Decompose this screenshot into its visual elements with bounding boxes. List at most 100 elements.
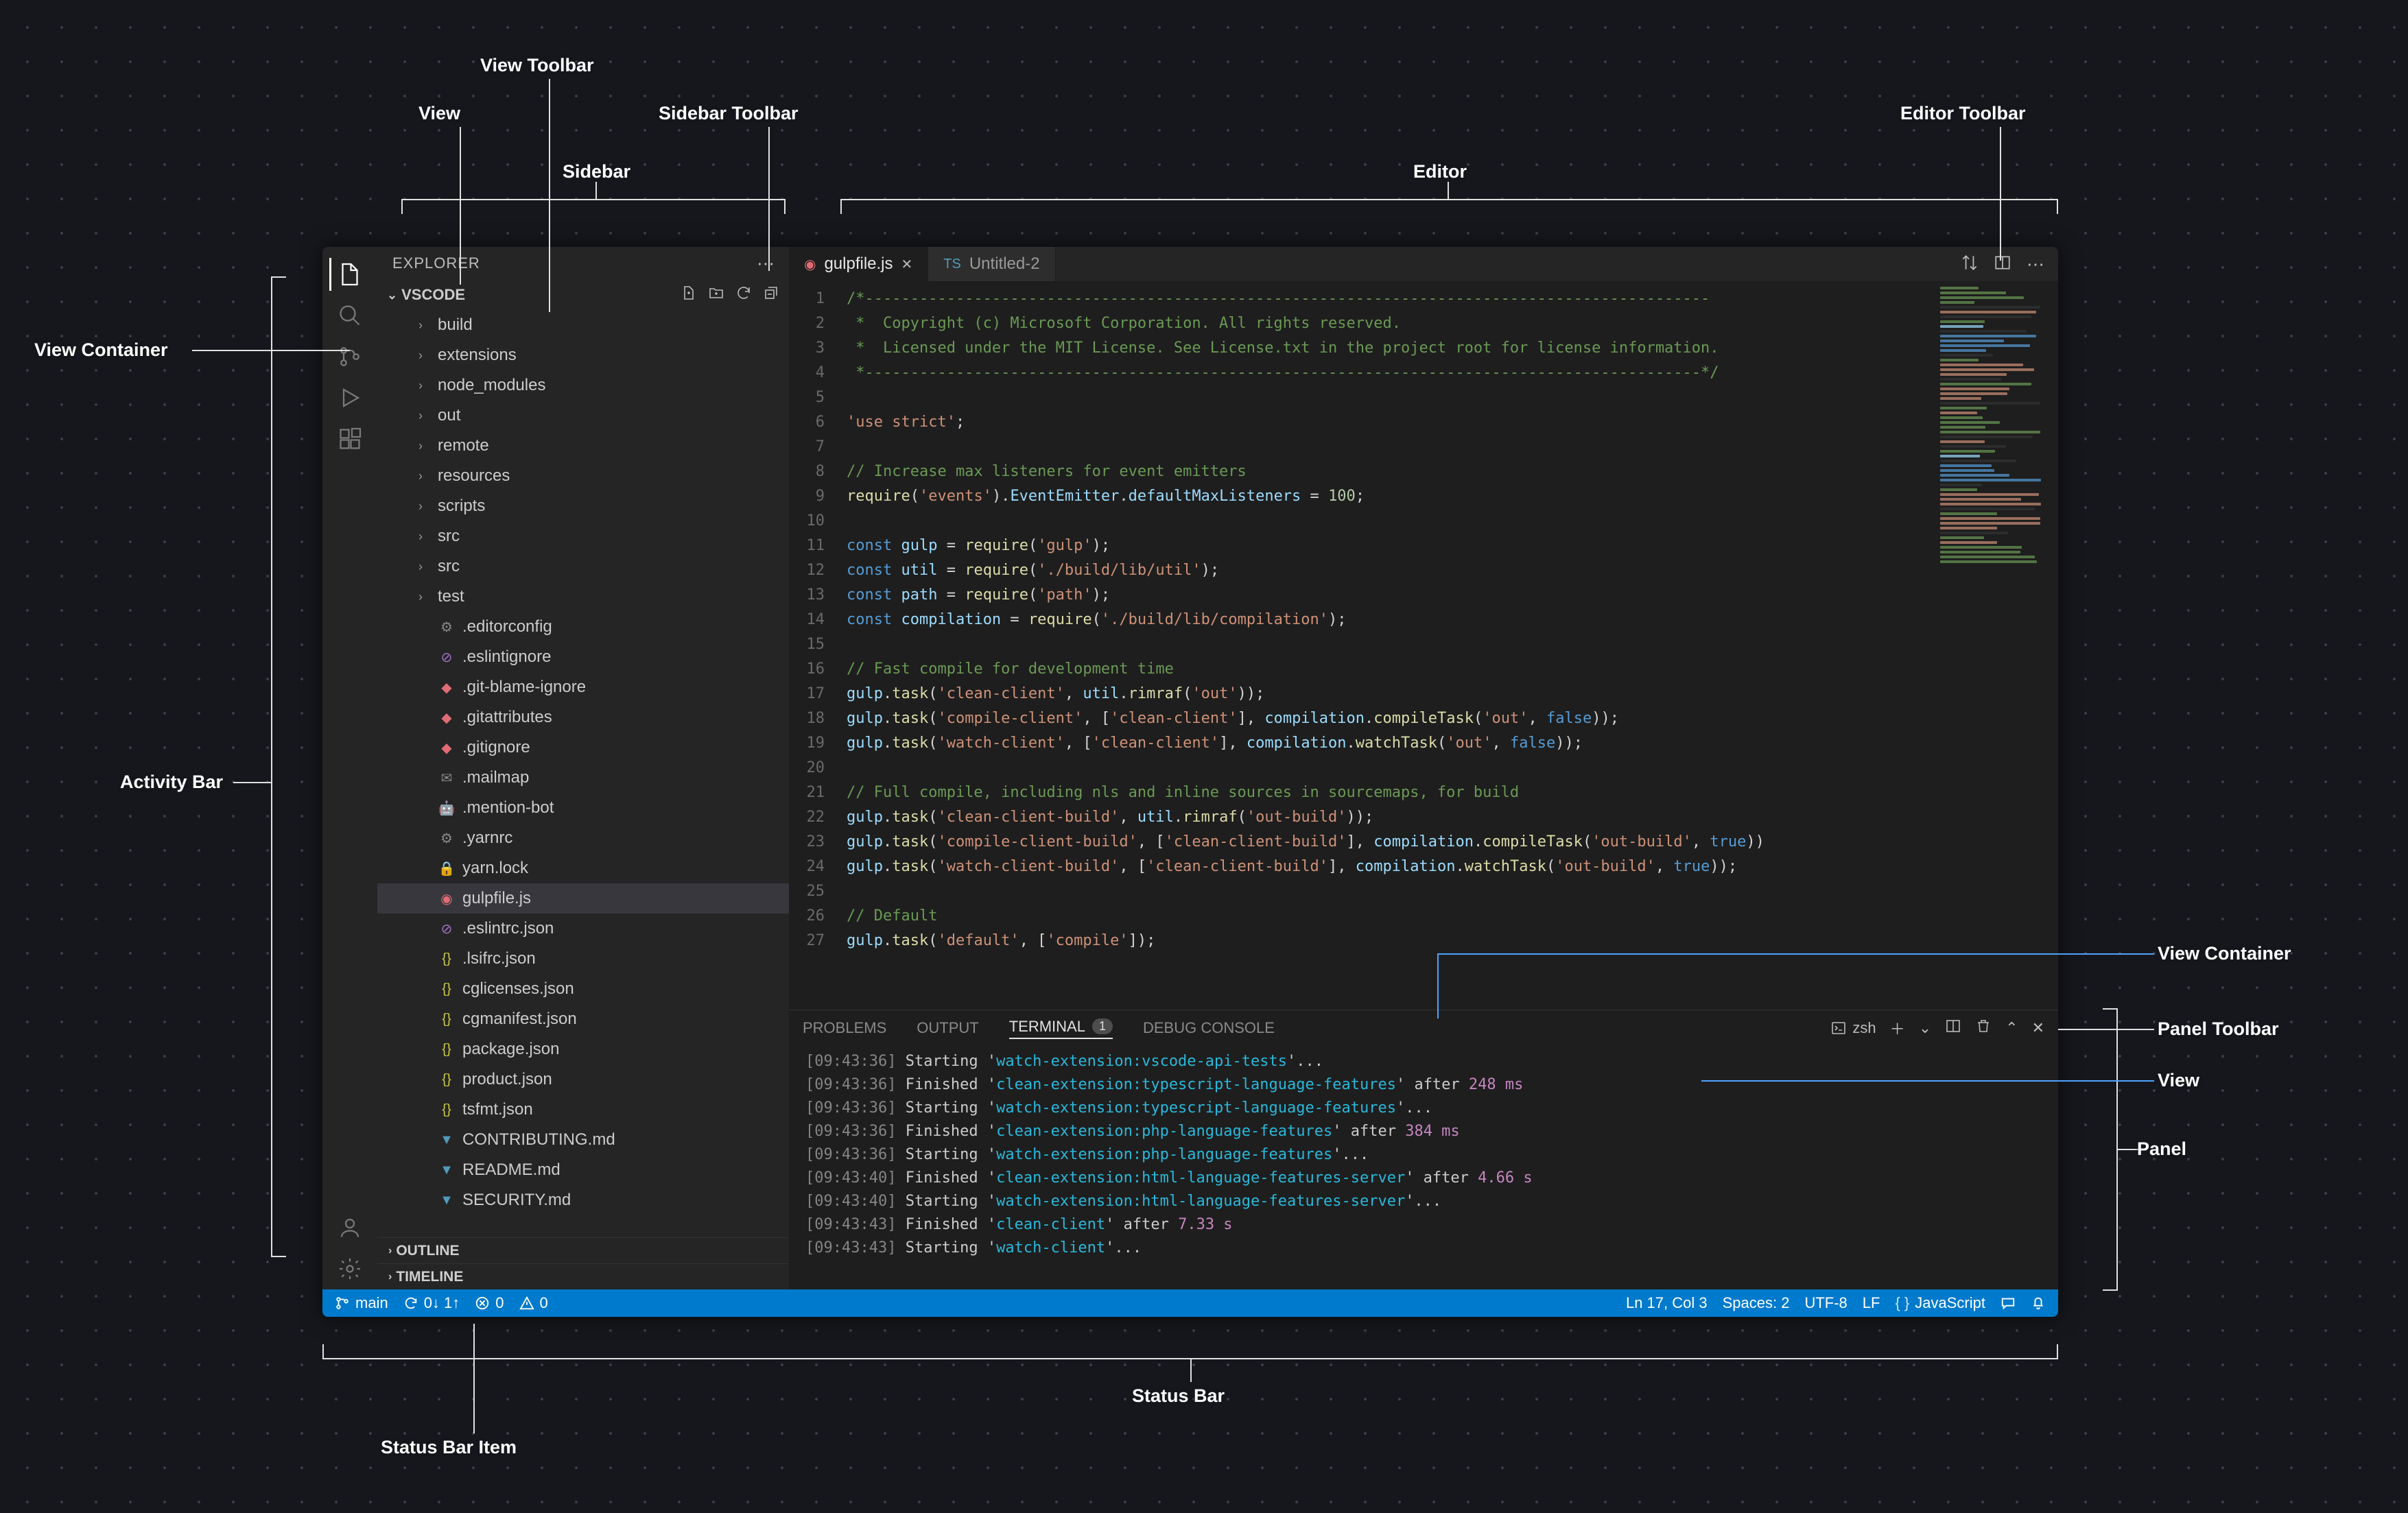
chevron-right-icon: › xyxy=(418,348,431,363)
terminal-shell-select[interactable]: zsh xyxy=(1830,1019,1876,1037)
file-icon: {} xyxy=(438,1072,456,1088)
activity-scm-icon[interactable] xyxy=(329,336,370,377)
tree-file--yarnrc[interactable]: ⚙.yarnrc xyxy=(377,823,789,853)
tab-label: gulpfile.js xyxy=(824,254,893,274)
editor-more-icon[interactable]: ⋯ xyxy=(2027,254,2044,275)
tree-folder-build[interactable]: ›build xyxy=(377,310,789,340)
tree-folder-src[interactable]: ›src xyxy=(377,521,789,551)
collapse-all-icon[interactable] xyxy=(763,285,779,305)
compare-icon[interactable] xyxy=(1961,254,1979,275)
status-branch-name: main xyxy=(355,1294,388,1312)
chevron-right-icon: › xyxy=(418,469,431,484)
panel-tab-debug[interactable]: DEBUG CONSOLE xyxy=(1143,1019,1275,1037)
panel-tab-terminal[interactable]: TERMINAL1 xyxy=(1009,1018,1113,1039)
status-position[interactable]: Ln 17, Col 3 xyxy=(1626,1294,1708,1312)
tree-item-label: test xyxy=(438,587,464,606)
status-feedback-icon[interactable] xyxy=(2000,1296,2016,1311)
split-editor-icon[interactable] xyxy=(1994,254,2011,275)
terminal-output[interactable]: [09:43:36] Starting 'watch-extension:vsc… xyxy=(789,1046,2058,1289)
activity-account-icon[interactable] xyxy=(329,1207,370,1248)
tree-item-label: .gitattributes xyxy=(462,708,552,727)
sidebar: EXPLORER ⋯ ⌄ VSCODE ›build›extensions›no… xyxy=(377,247,789,1289)
tree-file-tsfmt-json[interactable]: {}tsfmt.json xyxy=(377,1095,789,1125)
tree-item-label: product.json xyxy=(462,1070,552,1089)
tree-file--gitignore[interactable]: ◆.gitignore xyxy=(377,732,789,763)
tree-item-label: README.md xyxy=(462,1160,560,1180)
label-view-container-left: View Container xyxy=(34,339,168,361)
label-panel-toolbar: Panel Toolbar xyxy=(2158,1018,2279,1040)
editor-body[interactable]: 1234567891011121314151617181920212223242… xyxy=(789,281,2058,1010)
sidebar-more-icon[interactable]: ⋯ xyxy=(757,253,775,274)
tab-close-icon[interactable]: ✕ xyxy=(901,256,913,273)
tree-file-package-json[interactable]: {}package.json xyxy=(377,1034,789,1064)
status-warnings[interactable]: 0 xyxy=(519,1294,548,1312)
terminal-split-icon[interactable] xyxy=(1945,1018,1961,1038)
tree-folder-remote[interactable]: ›remote xyxy=(377,431,789,461)
tree-file-readme-md[interactable]: ▼README.md xyxy=(377,1155,789,1185)
minimap[interactable] xyxy=(1935,281,2058,1010)
terminal-new-icon[interactable]: ＋ xyxy=(1890,1017,1905,1039)
activity-debug-icon[interactable] xyxy=(329,377,370,418)
label-sidebar: Sidebar xyxy=(563,161,630,182)
terminal-kill-icon[interactable] xyxy=(1975,1018,1992,1038)
activity-explorer-icon[interactable] xyxy=(329,254,370,295)
code-content[interactable]: /*--------------------------------------… xyxy=(834,281,1935,1010)
tree-file--lsifrc-json[interactable]: {}.lsifrc.json xyxy=(377,944,789,974)
tree-folder-out[interactable]: ›out xyxy=(377,401,789,431)
label-activity-bar: Activity Bar xyxy=(120,772,223,793)
editor-tab-gulpfile-js[interactable]: ◉gulpfile.js✕ xyxy=(789,247,928,281)
outline-section[interactable]: ›OUTLINE xyxy=(377,1237,789,1263)
new-file-icon[interactable] xyxy=(681,285,697,305)
status-bar: main 0↓ 1↑ 0 0 Ln 17, Col 3 Spaces: 2 UT… xyxy=(322,1289,2058,1317)
tree-file-yarn-lock[interactable]: 🔒yarn.lock xyxy=(377,853,789,883)
tree-item-label: src xyxy=(438,527,460,546)
terminal-dropdown-icon[interactable]: ⌄ xyxy=(1919,1019,1931,1037)
tree-file-cgmanifest-json[interactable]: {}cgmanifest.json xyxy=(377,1004,789,1034)
timeline-section[interactable]: ›TIMELINE xyxy=(377,1263,789,1289)
sidebar-section-header[interactable]: ⌄ VSCODE xyxy=(377,280,789,310)
panel-tab-problems[interactable]: PROBLEMS xyxy=(803,1019,886,1037)
tree-item-label: resources xyxy=(438,466,510,486)
tree-folder-src[interactable]: ›src xyxy=(377,551,789,582)
editor-area: ◉gulpfile.js✕TSUntitled-2 ⋯ 123456789101… xyxy=(789,247,2058,1289)
activity-extensions-icon[interactable] xyxy=(329,418,370,460)
tree-file-security-md[interactable]: ▼SECURITY.md xyxy=(377,1185,789,1215)
tree-file-product-json[interactable]: {} product.json xyxy=(377,1064,789,1095)
file-icon: ⊘ xyxy=(438,649,456,666)
status-bell-icon[interactable] xyxy=(2031,1296,2046,1311)
status-errors[interactable]: 0 xyxy=(475,1294,504,1312)
file-icon: {} xyxy=(438,981,456,997)
tree-item-label: .mailmap xyxy=(462,768,529,787)
panel-close-icon[interactable]: ✕ xyxy=(2032,1019,2044,1037)
tree-folder-resources[interactable]: › resources xyxy=(377,461,789,491)
tree-file-contributing-md[interactable]: ▼CONTRIBUTING.md xyxy=(377,1125,789,1155)
tree-file--mention-bot[interactable]: 🤖.mention-bot xyxy=(377,793,789,823)
activity-settings-icon[interactable] xyxy=(329,1248,370,1289)
activity-search-icon[interactable] xyxy=(329,295,370,336)
tree-file--eslintignore[interactable]: ⊘.eslintignore xyxy=(377,642,789,672)
chevron-right-icon: › xyxy=(418,379,431,393)
editor-tab-untitled-2[interactable]: TSUntitled-2 xyxy=(928,247,1055,281)
file-icon: ◆ xyxy=(438,709,456,726)
tree-file-gulpfile-js[interactable]: ◉gulpfile.js xyxy=(377,883,789,914)
status-eol[interactable]: LF xyxy=(1863,1294,1880,1312)
tree-file-cglicenses-json[interactable]: {}cglicenses.json xyxy=(377,974,789,1004)
tree-file--eslintrc-json[interactable]: ⊘.eslintrc.json xyxy=(377,914,789,944)
panel-maximize-icon[interactable]: ⌃ xyxy=(2005,1019,2018,1037)
status-branch[interactable]: main xyxy=(335,1294,388,1312)
tree-file--git-blame-ignore[interactable]: ◆.git-blame-ignore xyxy=(377,672,789,702)
status-sync[interactable]: 0↓ 1↑ xyxy=(403,1294,460,1312)
tree-folder-test[interactable]: ›test xyxy=(377,582,789,612)
tree-file--gitattributes[interactable]: ◆ .gitattributes xyxy=(377,702,789,732)
status-encoding[interactable]: UTF-8 xyxy=(1804,1294,1847,1312)
tree-folder-extensions[interactable]: ›extensions xyxy=(377,340,789,370)
new-folder-icon[interactable] xyxy=(708,285,724,305)
refresh-icon[interactable] xyxy=(735,285,752,305)
status-language[interactable]: { }JavaScript xyxy=(1895,1294,1985,1312)
status-spaces[interactable]: Spaces: 2 xyxy=(1723,1294,1790,1312)
tree-file--editorconfig[interactable]: ⚙.editorconfig xyxy=(377,612,789,642)
tree-folder-node-modules[interactable]: ›node_modules xyxy=(377,370,789,401)
tree-folder-scripts[interactable]: ›scripts xyxy=(377,491,789,521)
tree-file--mailmap[interactable]: ✉.mailmap xyxy=(377,763,789,793)
panel-tab-output[interactable]: OUTPUT xyxy=(917,1019,978,1037)
